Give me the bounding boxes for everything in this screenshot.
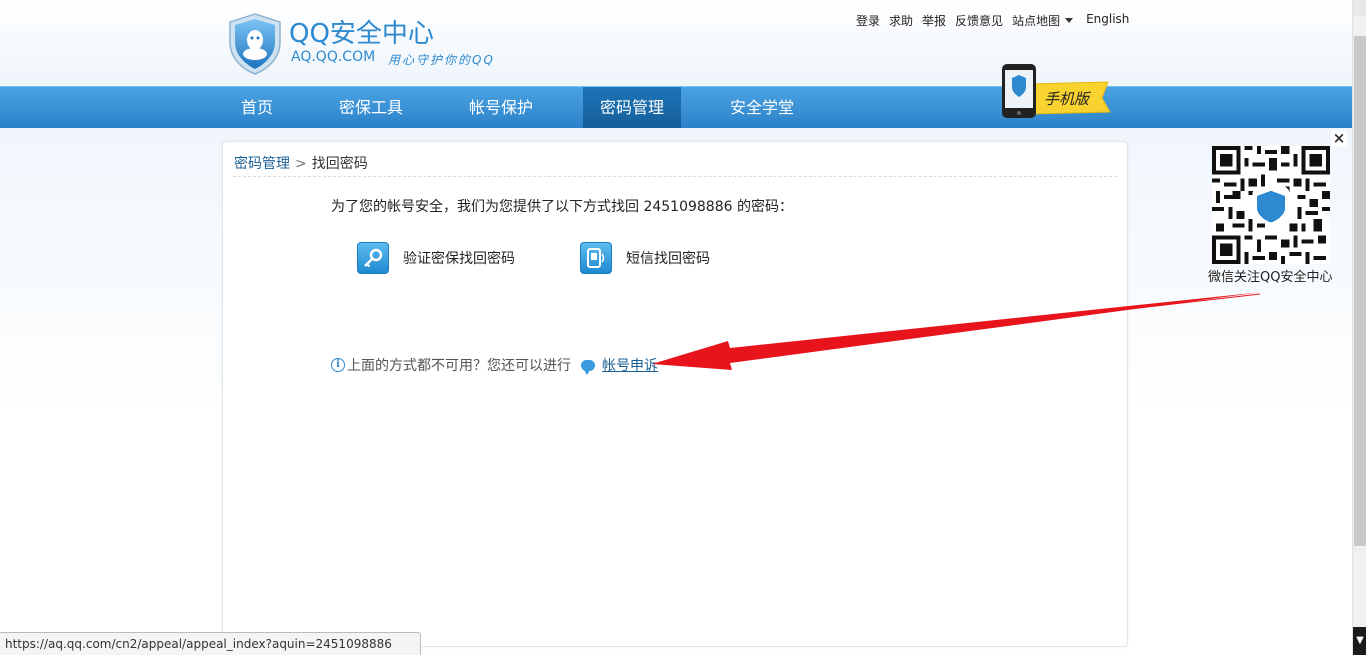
method-sms[interactable]: 短信找回密码	[580, 242, 710, 274]
scroll-up-button[interactable]	[1353, 0, 1366, 16]
method-security-verify[interactable]: 验证密保找回密码	[357, 242, 515, 274]
brand-slogan: 用心守护你的QQ	[388, 53, 495, 67]
vertical-scrollbar[interactable]: ▼	[1352, 0, 1366, 655]
breadcrumb-current: 找回密码	[311, 156, 368, 172]
help-link[interactable]: 求助	[889, 12, 913, 29]
alternative-option: i 上面的方式都不可用？您还可以进行 帐号申诉	[331, 355, 658, 375]
top-links: 登录 求助 举报 反馈意见 站点地图 English	[856, 12, 1138, 29]
nav-item-security-school[interactable]: 安全学堂	[715, 87, 809, 128]
method-security-verify-label: 验证密保找回密码	[403, 251, 515, 267]
english-link[interactable]: English	[1086, 12, 1129, 29]
qr-code-image	[1212, 146, 1330, 264]
nav-item-password-management[interactable]: 密码管理	[583, 87, 681, 128]
method-sms-label: 短信找回密码	[626, 251, 710, 267]
site-header: QQ安全中心 AQ.QQ.COM 用心守护你的QQ 登录 求助 举报 反馈意见 …	[0, 0, 1352, 86]
divider	[233, 176, 1117, 177]
nav-item-security-tools[interactable]: 密保工具	[324, 87, 418, 128]
account-appeal-link[interactable]: 帐号申诉	[602, 355, 658, 375]
breadcrumb-separator: >	[295, 156, 307, 172]
mobile-version-badge[interactable]: 手机版	[990, 62, 1112, 120]
login-link[interactable]: 登录	[856, 12, 880, 29]
sitemap-dropdown[interactable]: 站点地图	[1012, 12, 1073, 29]
info-icon: i	[331, 358, 345, 372]
breadcrumb-parent-link[interactable]: 密码管理	[234, 156, 290, 172]
brand-domain: AQ.QQ.COM	[291, 49, 376, 65]
qr-caption: 微信关注QQ安全中心	[1208, 270, 1333, 285]
nav-item-account-protection[interactable]: 帐号保护	[455, 87, 547, 128]
content-panel: 密码管理 > 找回密码 为了您的帐号安全，我们为您提供了以下方式找回 2451098…	[222, 141, 1128, 647]
brand-title: QQ安全中心	[289, 19, 434, 49]
alternative-text: 上面的方式都不可用？您还可以进行	[347, 358, 571, 374]
qq-shield-logo-icon[interactable]	[226, 12, 284, 76]
browser-status-bar: https://aq.qq.com/cn2/appeal/appeal_inde…	[0, 632, 421, 655]
main-nav: 首页 密保工具 帐号保护 密码管理 安全学堂	[0, 86, 1352, 128]
report-link[interactable]: 举报	[922, 12, 946, 29]
qr-close-button[interactable]: ×	[1331, 131, 1347, 147]
nav-item-home[interactable]: 首页	[224, 87, 290, 128]
mobile-badge-label: 手机版	[1044, 90, 1092, 108]
phone-sms-icon	[580, 242, 612, 274]
scroll-down-button[interactable]: ▼	[1353, 627, 1366, 655]
key-icon	[357, 242, 389, 274]
recovery-intro-text: 为了您的帐号安全，我们为您提供了以下方式找回 2451098886 的密码：	[331, 199, 793, 215]
breadcrumb: 密码管理 > 找回密码	[234, 153, 368, 173]
feedback-link[interactable]: 反馈意见	[955, 12, 1003, 29]
chat-bubble-icon	[581, 359, 595, 375]
scroll-thumb[interactable]	[1354, 36, 1366, 546]
